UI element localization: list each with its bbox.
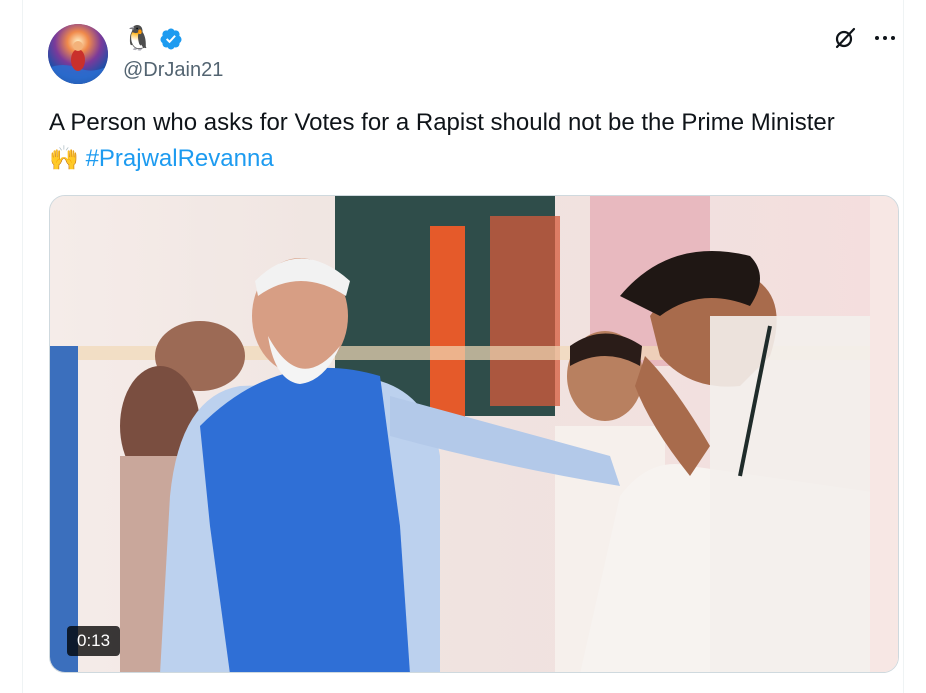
avatar[interactable] bbox=[48, 24, 108, 84]
tweet-card[interactable]: 🐧 @DrJain21 A Person who asks for Votes … bbox=[22, 0, 904, 693]
hashtag-link[interactable]: #PrajwalRevanna bbox=[86, 145, 274, 172]
video-frame-image bbox=[50, 196, 898, 672]
verified-badge-icon bbox=[160, 28, 182, 50]
tweet-body: A Person who asks for Votes for a Rapist… bbox=[49, 109, 835, 136]
video-duration-badge: 0:13 bbox=[67, 626, 121, 656]
grok-icon[interactable] bbox=[831, 24, 859, 52]
video-player[interactable]: 0:13 bbox=[49, 195, 899, 673]
user-handle[interactable]: @DrJain21 bbox=[123, 57, 223, 83]
display-name[interactable]: 🐧 bbox=[123, 24, 153, 54]
display-name-row[interactable]: 🐧 bbox=[123, 24, 183, 54]
tweet-text: A Person who asks for Votes for a Rapist… bbox=[49, 105, 849, 177]
more-options-icon[interactable] bbox=[869, 24, 901, 52]
raised-hands-emoji: 🙌 bbox=[49, 145, 79, 172]
